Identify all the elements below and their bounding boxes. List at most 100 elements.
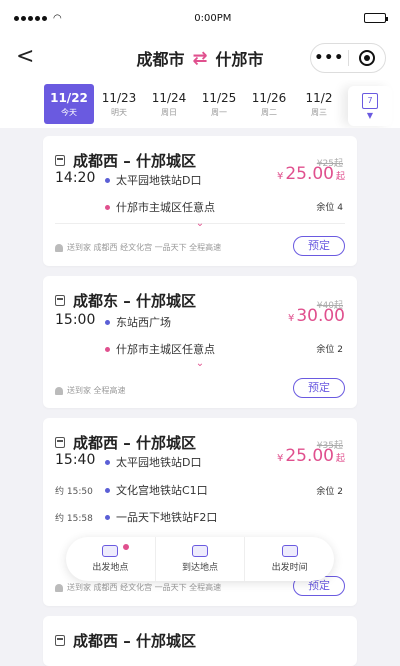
end-dot-icon (105, 346, 110, 352)
departure-place-filter[interactable]: 出发地点 (66, 537, 155, 581)
arrival-place-filter[interactable]: 到达地点 (154, 537, 245, 581)
bus-icon (55, 437, 65, 448)
date-weekday: 周日 (161, 107, 177, 117)
calendar-icon: 7 (362, 92, 378, 109)
stop-name: 东站西广场 (116, 316, 171, 329)
battery-icon (363, 13, 388, 23)
via-dot-icon (105, 487, 110, 493)
arrival-stop: 什邡市主城区任意点 (105, 341, 215, 357)
via-dot-icon (105, 514, 110, 520)
status-bar: ◠ 0:00PM (0, 0, 400, 36)
trip-title: 成都西 – 什邡城区 (55, 630, 196, 651)
stop-name: 文化宫地铁站C1口 (116, 484, 208, 497)
date-item-0[interactable]: 11/22 今天 (44, 84, 94, 124)
status-time: 0:00PM (194, 12, 232, 24)
price-currency: ¥ (276, 453, 284, 464)
departure-time: 14:20 (55, 170, 96, 186)
route-title: 成都市 ⇄ 什邡市 (136, 46, 263, 70)
date-day: 11/24 (151, 90, 187, 105)
via-stop: 文化宫地铁站C1口 (105, 482, 208, 498)
date-list: 11/22 今天 11/23 明天 11/24 周日 11/25 周一 11/2… (0, 80, 400, 124)
start-dot-icon (105, 319, 110, 325)
seats-left: 余位 4 (316, 203, 343, 213)
start-dot-icon (105, 177, 110, 183)
seats-left: 余位 2 (316, 345, 343, 355)
signal-group: ◠ (14, 13, 62, 24)
price: ¥ 25.00 起 (277, 164, 345, 184)
date-item-2[interactable]: 11/24 周日 (144, 84, 194, 124)
departure-stop: 太平园地铁站D口 (105, 172, 201, 188)
trip-route: 成都东 – 什邡城区 (73, 292, 196, 310)
price-currency: ¥ (276, 171, 284, 182)
date-day: 11/25 (201, 90, 237, 105)
trip-notes: 送到家 成都西 经文化宫 一品天下 全程高速 (55, 582, 221, 593)
price-currency: ¥ (287, 313, 295, 324)
car-icon (192, 545, 208, 557)
trip-title: 成都西 – 什邡城区 (55, 150, 196, 171)
nav-bar: < 成都市 ⇄ 什邡市 ••• (0, 36, 400, 80)
bell-icon (55, 583, 63, 592)
date-weekday: 周二 (261, 107, 277, 117)
filter-label: 到达地点 (182, 563, 219, 573)
wifi-icon: ◠ (53, 12, 62, 24)
bus-icon (55, 155, 65, 166)
via-stop: 一品天下地铁站F2口 (105, 509, 217, 525)
price-unit: 起 (335, 172, 345, 182)
stop-name: 太平园地铁站D口 (116, 456, 202, 469)
trip-route: 成都西 – 什邡城区 (73, 632, 196, 650)
date-weekday: 周三 (311, 107, 327, 117)
caret-down-icon: ▼ (366, 110, 374, 120)
stop-name: 什邡市主城区任意点 (116, 343, 215, 356)
expand-chevron-icon[interactable]: ⌄ (196, 358, 204, 369)
seats-left: 余位 2 (316, 487, 343, 497)
close-program-button[interactable] (349, 50, 386, 66)
filter-label: 出发时间 (271, 563, 308, 573)
expand-chevron-icon[interactable]: ⌄ (196, 218, 204, 229)
date-day: 11/23 (101, 90, 137, 105)
book-button[interactable]: 预定 (293, 236, 345, 256)
trip-notes: 送到家 成都西 经文化宫 一品天下 全程高速 (55, 242, 221, 253)
notes-text: 送到家 成都西 经文化宫 一品天下 全程高速 (67, 243, 222, 252)
price-unit: 起 (335, 454, 345, 464)
trip-card[interactable]: 成都东 – 什邡城区 15:00 东站西广场 ¥40起 ¥ 30.00 什邡市主… (43, 276, 357, 408)
bus-icon (55, 295, 65, 306)
date-bar: 11/22 今天 11/23 明天 11/24 周日 11/25 周一 11/2… (0, 80, 400, 128)
back-button[interactable]: < (16, 44, 34, 69)
date-weekday: 今天 (61, 107, 77, 117)
stop-eta: 约 15:58 (55, 514, 93, 524)
end-dot-icon (105, 204, 110, 210)
date-item-1[interactable]: 11/23 明天 (94, 84, 144, 124)
car-icon (102, 545, 119, 557)
stop-name: 什邡市主城区任意点 (116, 201, 215, 214)
date-item-4[interactable]: 11/26 周二 (244, 84, 294, 124)
date-item-5[interactable]: 11/2 周三 (294, 84, 344, 124)
filter-bar: 出发地点 到达地点 出发时间 (66, 537, 334, 581)
signal-icon (14, 15, 47, 21)
date-item-3[interactable]: 11/25 周一 (194, 84, 244, 124)
price-value: 30.00 (296, 306, 345, 326)
trip-card[interactable]: 成都西 – 什邡城区 (43, 616, 357, 666)
start-dot-icon (105, 459, 110, 465)
departure-time: 15:00 (55, 312, 96, 328)
trip-title: 成都东 – 什邡城区 (55, 290, 196, 311)
date-weekday: 明天 (111, 107, 127, 117)
trip-card[interactable]: 成都西 – 什邡城区 14:20 太平园地铁站D口 ¥25起 ¥ 25.00 起… (43, 136, 357, 266)
calendar-button[interactable]: 7 ▼ (348, 86, 392, 126)
bell-icon (55, 386, 63, 395)
target-icon (358, 50, 375, 66)
price-value: 25.00 (285, 164, 334, 184)
book-button[interactable]: 预定 (293, 378, 345, 398)
trip-notes: 送到家 全程高速 (55, 385, 126, 396)
date-day: 11/2 (305, 90, 333, 105)
swap-icon[interactable]: ⇄ (192, 48, 207, 69)
arrival-stop: 什邡市主城区任意点 (105, 199, 215, 215)
mini-program-capsule: ••• (310, 43, 386, 73)
filter-label: 出发地点 (92, 563, 129, 573)
stop-name: 太平园地铁站D口 (116, 174, 202, 187)
more-button[interactable]: ••• (311, 50, 348, 66)
price-value: 25.00 (285, 446, 334, 466)
notes-text: 送到家 全程高速 (67, 386, 126, 395)
route-to: 什邡市 (215, 50, 264, 69)
departure-time-filter[interactable]: 出发时间 (244, 537, 334, 581)
price: ¥ 25.00 起 (277, 446, 345, 466)
